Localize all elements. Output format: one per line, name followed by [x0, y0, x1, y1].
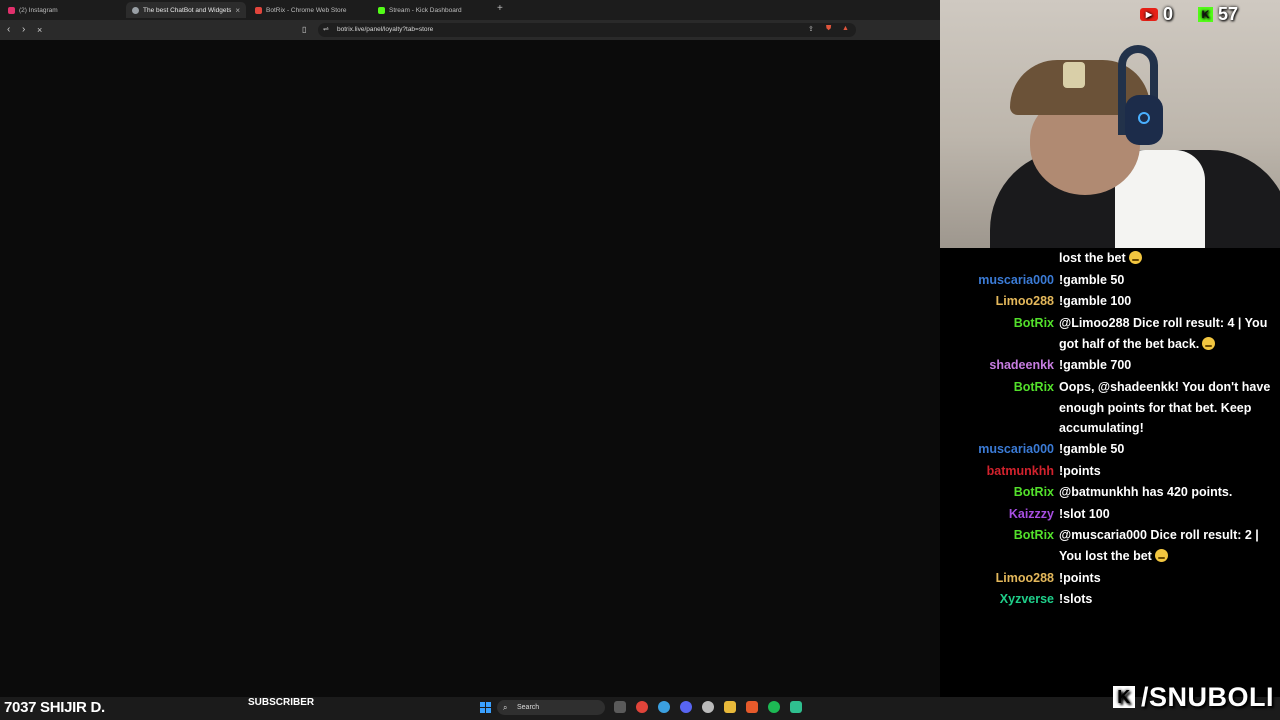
kick-logo-icon: K: [1112, 686, 1135, 708]
search-icon: ⌕: [503, 703, 508, 712]
chat-message-text: @muscaria000 Dice roll result: 2 | You l…: [1059, 528, 1259, 563]
discord-icon[interactable]: [680, 701, 692, 713]
browser-window: (2) Instagram The best ChatBot and Widge…: [0, 0, 940, 697]
stop-loading-icon[interactable]: ×: [37, 24, 42, 36]
tab-kick-dashboard[interactable]: Stream - Kick Dashboard: [372, 2, 496, 18]
chat-username: batmunkhh: [986, 464, 1054, 478]
opera-icon[interactable]: [636, 701, 648, 713]
bookmark-icon[interactable]: ▯: [302, 24, 306, 36]
settings-icon[interactable]: [702, 701, 714, 713]
chat-username: Kaizzzy: [1008, 507, 1054, 521]
new-tab-button[interactable]: +: [497, 3, 503, 14]
chat-username: muscaria000: [978, 442, 1054, 456]
chat-username: BotRix: [1013, 528, 1054, 542]
chat-username: Limoo288: [995, 571, 1054, 585]
brave-icon[interactable]: [746, 701, 758, 713]
chat-message-text: !gamble 50: [1059, 442, 1125, 456]
grimace-emoji-icon: [1154, 548, 1168, 562]
chat-username: BotRix: [1013, 485, 1054, 499]
taskbar-search[interactable]: ⌕ Search: [497, 700, 605, 715]
file-explorer-icon[interactable]: [724, 701, 736, 713]
instagram-icon: [8, 6, 15, 14]
tab-label: Stream - Kick Dashboard: [389, 6, 462, 14]
chat-username: Xyzverse: [999, 592, 1054, 606]
chat-message-text: !gamble 50: [1059, 273, 1125, 287]
chat-message-text: !points: [1059, 571, 1101, 585]
webstore-icon: [255, 6, 262, 14]
tab-bar: (2) Instagram The best ChatBot and Widge…: [0, 0, 940, 20]
bottom-overlay-bar: 7037 SHIJIR D. SUBSCRIBER ⌕ Search: [0, 697, 1280, 720]
chat-username: BotRix: [1013, 316, 1054, 330]
chat-message-text: Oops, @shadeenkk! You don't have enough …: [1059, 380, 1271, 435]
site-info-icon[interactable]: ⇌: [323, 25, 329, 33]
task-view-icon[interactable]: [614, 701, 626, 713]
chat-message-text: lost the bet: [1059, 248, 1277, 269]
search-label: Search: [517, 704, 540, 711]
chat-message-text: !slot 100: [1059, 507, 1110, 521]
chat-username: muscaria000: [978, 273, 1054, 287]
chat-message-text: @batmunkhh has 420 points.: [1059, 485, 1233, 499]
youtube-count-value: 0: [1163, 4, 1174, 24]
tab-chrome-web-store[interactable]: BotRix - Chrome Web Store: [249, 2, 373, 18]
brave-shield-icon[interactable]: ⛊: [826, 25, 831, 33]
grimace-emoji-icon: [1128, 251, 1142, 264]
close-icon[interactable]: ×: [235, 6, 240, 15]
webcam-feed: ▶ 0 K 57: [940, 0, 1280, 248]
url-text: botrix.live/panel/loyalty?tab=store: [337, 26, 434, 33]
tab-instagram[interactable]: (2) Instagram: [2, 2, 126, 18]
share-icon[interactable]: ⇪: [808, 25, 814, 33]
page-content-loading: [0, 40, 940, 697]
youtube-viewer-count: ▶ 0: [1140, 4, 1173, 25]
address-bar[interactable]: ⇌ botrix.live/panel/loyalty?tab=store ⇪ …: [318, 23, 856, 37]
kick-viewer-count: K 57: [1198, 4, 1238, 25]
chat-message-text: @Limoo288 Dice roll result: 4 | You got …: [1059, 316, 1268, 351]
chrome-icon[interactable]: [658, 701, 670, 713]
grimace-emoji-icon: [1202, 336, 1216, 350]
chat-username: shadeenkk: [989, 358, 1054, 372]
chat-username: BotRix: [1013, 380, 1054, 394]
windows-start-icon[interactable]: [480, 702, 491, 713]
tab-botrix-home[interactable]: The best ChatBot and Widgets f ×: [126, 2, 246, 18]
recent-subscriber-name: 7037 SHIJIR D.: [4, 699, 105, 716]
chat-message-text: !gamble 100: [1059, 294, 1132, 308]
spotify-icon[interactable]: [768, 701, 780, 713]
youtube-icon: ▶: [1140, 8, 1158, 21]
cap-patch: [1063, 62, 1085, 88]
stream-screen: (2) Instagram The best ChatBot and Widge…: [0, 0, 1280, 720]
browser-toolbar: ‹ › × ▯ ⇌ botrix.live/panel/loyalty?tab=…: [0, 20, 940, 40]
chat-username: Limoo288: [995, 294, 1054, 308]
forward-icon[interactable]: ›: [22, 24, 25, 36]
rewards-icon[interactable]: ▲: [842, 25, 849, 32]
kick-icon: K: [1198, 7, 1213, 22]
tab-label: (2) Instagram: [19, 6, 58, 14]
chat-message-text: !points: [1059, 464, 1101, 478]
tab-label: The best ChatBot and Widgets f: [143, 6, 231, 14]
chat-message-text: !slots: [1059, 592, 1093, 606]
tab-label: BotRix - Chrome Web Store: [266, 6, 347, 14]
chat-overlay: lost the bet muscaria000 !gamble 50 Limo…: [940, 248, 1280, 697]
globe-icon: [132, 6, 139, 14]
headset-logo-icon: [1138, 112, 1150, 124]
kick-icon: [378, 6, 385, 14]
subscriber-label: SUBSCRIBER: [248, 697, 315, 708]
app-icon[interactable]: [790, 701, 802, 713]
back-icon[interactable]: ‹: [7, 24, 10, 36]
channel-brand: K /SNUBOLI: [1112, 681, 1274, 713]
kick-count-value: 57: [1218, 4, 1239, 24]
brand-text: /SNUBOLI: [1140, 681, 1274, 712]
chat-message-text: !gamble 700: [1059, 358, 1132, 372]
